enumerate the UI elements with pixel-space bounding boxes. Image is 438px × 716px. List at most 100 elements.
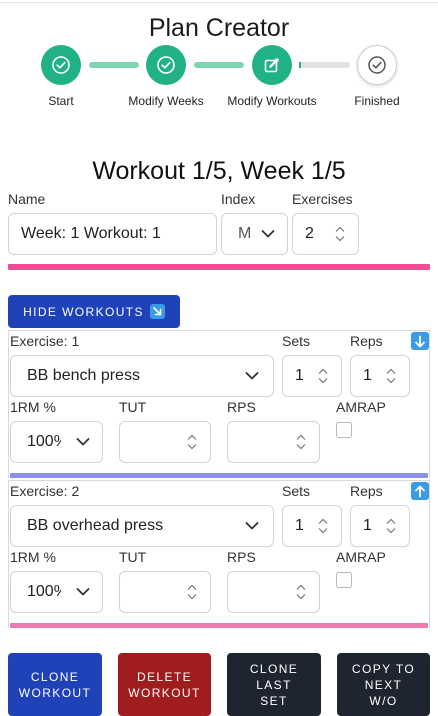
arrow-down-right-icon (149, 304, 165, 319)
exercise-name: BB overhead press (27, 517, 164, 534)
arrow-down-icon (415, 335, 425, 347)
sets-input[interactable]: 1 (282, 355, 342, 397)
spin-up-icon (386, 518, 396, 524)
edit-icon (264, 58, 279, 73)
reps-input[interactable]: 1 (350, 355, 410, 397)
reps-label: Reps (350, 333, 383, 349)
tut-stepper[interactable] (186, 434, 198, 450)
sets-stepper[interactable] (317, 368, 329, 384)
exercises-count-input[interactable]: 2 (292, 213, 359, 255)
step-label-modify-workouts: Modify Workouts (227, 94, 317, 108)
spin-up-icon (187, 434, 197, 440)
chevron-down-icon (76, 438, 90, 446)
step-modify-workouts[interactable] (252, 45, 292, 85)
exercises-count-value: 2 (305, 225, 314, 242)
exercises-count-stepper[interactable] (334, 226, 346, 242)
check-circle-icon (52, 56, 70, 74)
reps-input[interactable]: 1 (350, 505, 410, 547)
spin-up-icon (296, 434, 306, 440)
spin-down-icon (296, 594, 306, 600)
copy-to-next-workout-button[interactable]: COPY TO NEXT W/O (337, 653, 430, 716)
reps-stepper[interactable] (385, 368, 397, 384)
chevron-down-icon (261, 230, 275, 238)
exercises-label: Exercises (292, 191, 353, 207)
spin-down-icon (318, 378, 328, 384)
sets-label: Sets (282, 483, 311, 499)
reps-stepper[interactable] (385, 518, 397, 534)
amrap-checkbox[interactable] (336, 422, 352, 438)
orm-select[interactable]: 100% (10, 571, 103, 613)
delete-workout-button[interactable]: DELETE WORKOUT (118, 653, 211, 716)
tut-input[interactable] (119, 571, 211, 613)
copy-to-next-workout-label: COPY TO NEXT W/O (351, 661, 416, 708)
step-modify-weeks[interactable] (146, 45, 186, 85)
spin-up-icon (386, 368, 396, 374)
exercise-divider (10, 623, 428, 628)
check-circle-icon (368, 56, 386, 74)
sets-label: Sets (282, 333, 311, 349)
stepper-connector-2 (194, 62, 244, 68)
chevron-down-icon (245, 522, 259, 530)
index-label: Index (221, 191, 256, 207)
exercise-title: Exercise: 1 (10, 333, 80, 349)
exercise-select[interactable]: BB bench press (10, 355, 274, 397)
spin-down-icon (187, 444, 197, 450)
stepper-connector-3 (299, 62, 350, 68)
rps-label: RPS (227, 549, 256, 565)
spin-down-icon (187, 594, 197, 600)
sets-value: 1 (295, 367, 304, 384)
amrap-label: AMRAP (336, 549, 386, 565)
spin-down-icon (318, 528, 328, 534)
sets-value: 1 (295, 517, 304, 534)
arrow-up-icon (415, 485, 425, 497)
spin-up-icon (318, 368, 328, 374)
clone-last-set-label: CLONE LAST SET (249, 661, 299, 708)
step-label-finished: Finished (354, 94, 400, 108)
orm-value: 100% (27, 433, 61, 450)
page-title: Plan Creator (148, 14, 290, 42)
orm-label: 1RM % (10, 549, 56, 565)
tut-label: TUT (119, 549, 147, 565)
clone-last-set-button[interactable]: CLONE LAST SET (227, 653, 321, 716)
index-select[interactable]: M (221, 213, 288, 255)
reps-value: 1 (363, 367, 372, 384)
orm-select[interactable]: 100% (10, 421, 103, 463)
spin-up-icon (296, 584, 306, 590)
step-label-start: Start (48, 94, 74, 108)
clone-workout-button[interactable]: CLONE WORKOUT (8, 653, 102, 716)
rps-stepper[interactable] (295, 434, 307, 450)
hide-workouts-button[interactable]: HIDE WORKOUTS (8, 295, 180, 328)
exercise-select[interactable]: BB overhead press (10, 505, 274, 547)
index-value: M (238, 225, 252, 242)
sets-stepper[interactable] (317, 518, 329, 534)
move-exercise-up-button[interactable] (411, 482, 429, 500)
tut-input[interactable] (119, 421, 211, 463)
spin-up-icon (318, 518, 328, 524)
workout-name-value: Week: 1 Workout: 1 (21, 225, 161, 242)
spin-down-icon (296, 444, 306, 450)
stepper-progress-tick (299, 62, 301, 68)
reps-value: 1 (363, 517, 372, 534)
orm-value: 100% (27, 583, 61, 600)
exercise-divider (10, 473, 428, 478)
rps-input[interactable] (227, 421, 320, 463)
rps-input[interactable] (227, 571, 320, 613)
workout-divider (8, 264, 430, 270)
step-finished[interactable] (357, 45, 397, 85)
spin-down-icon (335, 236, 345, 242)
rps-label: RPS (227, 399, 256, 415)
exercise-title: Exercise: 2 (10, 483, 80, 499)
sets-input[interactable]: 1 (282, 505, 342, 547)
step-start[interactable] (41, 45, 81, 85)
move-exercise-down-button[interactable] (411, 332, 429, 350)
amrap-label: AMRAP (336, 399, 386, 415)
workout-name-input[interactable]: Week: 1 Workout: 1 (8, 213, 217, 255)
delete-workout-label: DELETE WORKOUT (128, 669, 201, 700)
tut-stepper[interactable] (186, 584, 198, 600)
clone-workout-label: CLONE WORKOUT (18, 669, 92, 700)
hide-workouts-label: HIDE WORKOUTS (23, 304, 144, 319)
tut-label: TUT (119, 399, 147, 415)
rps-stepper[interactable] (295, 584, 307, 600)
amrap-checkbox[interactable] (336, 572, 352, 588)
spin-down-icon (386, 528, 396, 534)
